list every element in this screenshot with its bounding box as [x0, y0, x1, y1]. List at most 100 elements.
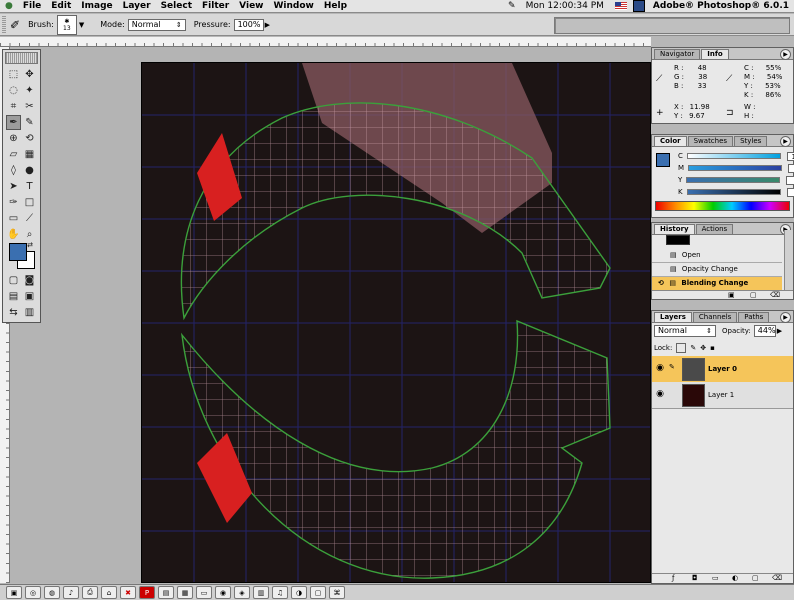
- brush-tool-icon[interactable]: ✐: [10, 18, 20, 32]
- brush-link-icon[interactable]: ✎: [669, 363, 675, 371]
- layers-panel-menu-icon[interactable]: ▶: [780, 312, 791, 323]
- color-ramp[interactable]: [655, 201, 790, 211]
- strip-icon-13[interactable]: ◈: [234, 586, 250, 599]
- script-menu-icon[interactable]: ✎: [503, 1, 521, 11]
- crop-tool-icon[interactable]: ⌗: [6, 99, 21, 114]
- lock-paint-icon[interactable]: ✎: [690, 344, 696, 352]
- layer-style-icon[interactable]: ƒ: [672, 574, 674, 582]
- color-panel-menu-icon[interactable]: ▶: [780, 136, 791, 147]
- tab-channels[interactable]: Channels: [692, 312, 738, 322]
- standard-mode-icon[interactable]: ▢: [6, 273, 21, 288]
- m-slider[interactable]: [688, 165, 783, 171]
- tab-styles[interactable]: Styles: [734, 136, 768, 146]
- strip-icon-9[interactable]: ▤: [158, 586, 174, 599]
- menu-window[interactable]: Window: [268, 1, 318, 11]
- eraser-tool-icon[interactable]: ▱: [6, 147, 21, 162]
- new-snapshot-icon[interactable]: ▢: [750, 291, 757, 299]
- marquee-tool-icon[interactable]: ⬚: [6, 67, 21, 82]
- app-name[interactable]: Adobe® Photoshop® 6.0.1: [648, 1, 794, 11]
- mode-select[interactable]: Normal ⇕: [127, 18, 186, 31]
- screen-mode-full-icon[interactable]: ▣: [22, 289, 37, 304]
- tab-color[interactable]: Color: [654, 136, 687, 146]
- menu-select[interactable]: Select: [156, 1, 197, 11]
- adjustment-layer-icon[interactable]: ◐: [732, 574, 738, 582]
- m-value[interactable]: 43: [788, 163, 794, 173]
- new-layer-icon[interactable]: ▢: [752, 574, 759, 582]
- blend-mode-select[interactable]: Normal ⇕: [654, 325, 716, 337]
- app-menu-icon[interactable]: [632, 0, 645, 12]
- screen-mode-standard-icon[interactable]: ▤: [6, 289, 21, 304]
- screen-mode-menu-icon[interactable]: ▥: [22, 305, 37, 320]
- strip-icon-7[interactable]: ✖: [120, 586, 136, 599]
- menu-view[interactable]: View: [234, 1, 268, 11]
- menu-layer[interactable]: Layer: [118, 1, 156, 11]
- clone-stamp-tool-icon[interactable]: ⊕: [6, 131, 21, 146]
- strip-icon-2[interactable]: ◎: [25, 586, 41, 599]
- tab-info[interactable]: Info: [701, 49, 729, 59]
- strip-icon-6[interactable]: ⌂: [101, 586, 117, 599]
- new-document-icon[interactable]: ▣: [728, 291, 735, 299]
- brush-tool-icon[interactable]: ✎: [22, 115, 37, 130]
- k-value[interactable]: 0: [786, 187, 794, 197]
- airbrush-tool-icon[interactable]: ✒: [6, 115, 21, 130]
- move-tool-icon[interactable]: ✥: [22, 67, 37, 82]
- strip-icon-4[interactable]: ♪: [63, 586, 79, 599]
- document-canvas[interactable]: [141, 62, 651, 583]
- jump-to-imageready-icon[interactable]: ⇆: [6, 305, 21, 320]
- menu-clock[interactable]: Mon 12:00:34 PM: [521, 1, 609, 11]
- trash-icon[interactable]: ⌫: [772, 574, 782, 582]
- lasso-tool-icon[interactable]: ◌: [6, 83, 21, 98]
- opacity-field[interactable]: 44%: [753, 325, 776, 337]
- keyboard-flag-icon[interactable]: [614, 2, 627, 10]
- strip-icon-14[interactable]: ▥: [253, 586, 269, 599]
- history-scrollbar[interactable]: [784, 230, 793, 290]
- add-mask-icon[interactable]: ◘: [692, 574, 698, 582]
- history-brush-tool-icon[interactable]: ⟲: [22, 131, 37, 146]
- y-slider[interactable]: [686, 177, 781, 183]
- strip-icon-10[interactable]: ▦: [177, 586, 193, 599]
- eyedropper-tool-icon[interactable]: ⟋: [22, 211, 37, 226]
- visibility-eye-icon[interactable]: ◉: [654, 389, 666, 400]
- tab-layers[interactable]: Layers: [654, 312, 692, 322]
- menu-file[interactable]: File: [18, 1, 46, 11]
- strip-icon-11[interactable]: ▭: [196, 586, 212, 599]
- trash-icon[interactable]: ⌫: [770, 291, 780, 299]
- lock-move-icon[interactable]: ✥: [700, 344, 706, 352]
- strip-icon-15[interactable]: ♫: [272, 586, 288, 599]
- tab-navigator[interactable]: Navigator: [654, 49, 701, 59]
- history-item-open[interactable]: ▤ Open: [652, 249, 782, 263]
- slice-tool-icon[interactable]: ✂: [22, 99, 37, 114]
- new-set-icon[interactable]: ▭: [712, 574, 719, 582]
- menu-filter[interactable]: Filter: [197, 1, 234, 11]
- strip-icon-18[interactable]: ⌘: [329, 586, 345, 599]
- toolbox-header[interactable]: [5, 52, 38, 64]
- shape-tool-icon[interactable]: □: [22, 195, 37, 210]
- lock-transparency-icon[interactable]: [676, 343, 687, 353]
- type-tool-icon[interactable]: T: [22, 179, 37, 194]
- tab-paths[interactable]: Paths: [738, 312, 770, 322]
- layer-row-1[interactable]: ◉ Layer 1: [652, 382, 793, 409]
- magic-wand-tool-icon[interactable]: ✦: [22, 83, 37, 98]
- options-grip[interactable]: [2, 15, 6, 34]
- tab-history[interactable]: History: [654, 224, 695, 234]
- history-snapshot[interactable]: [666, 235, 690, 245]
- strip-icon-17[interactable]: ▢: [310, 586, 326, 599]
- menu-image[interactable]: Image: [76, 1, 117, 11]
- strip-icon-5[interactable]: ⎙: [82, 586, 98, 599]
- layer-row-0[interactable]: ◉ ✎ Layer 0: [652, 356, 793, 383]
- pressure-arrow-icon[interactable]: ▶: [265, 21, 270, 29]
- hand-tool-icon[interactable]: ✋: [6, 227, 21, 242]
- visibility-eye-icon[interactable]: ◉: [654, 363, 666, 374]
- strip-icon-1[interactable]: ▣: [6, 586, 22, 599]
- foreground-color-swatch[interactable]: [9, 243, 27, 261]
- lock-all-icon[interactable]: ▪: [710, 344, 715, 352]
- apple-menu-icon[interactable]: ●: [0, 1, 18, 11]
- tab-swatches[interactable]: Swatches: [687, 136, 734, 146]
- info-panel-menu-icon[interactable]: ▶: [780, 49, 791, 60]
- strip-icon-8[interactable]: P: [139, 586, 155, 599]
- c-value[interactable]: 100: [786, 151, 794, 161]
- notes-tool-icon[interactable]: ▭: [6, 211, 21, 226]
- history-item-blending[interactable]: ⟲ ▤ Blending Change: [652, 277, 782, 291]
- gradient-tool-icon[interactable]: ▦: [22, 147, 37, 162]
- strip-icon-3[interactable]: ◍: [44, 586, 60, 599]
